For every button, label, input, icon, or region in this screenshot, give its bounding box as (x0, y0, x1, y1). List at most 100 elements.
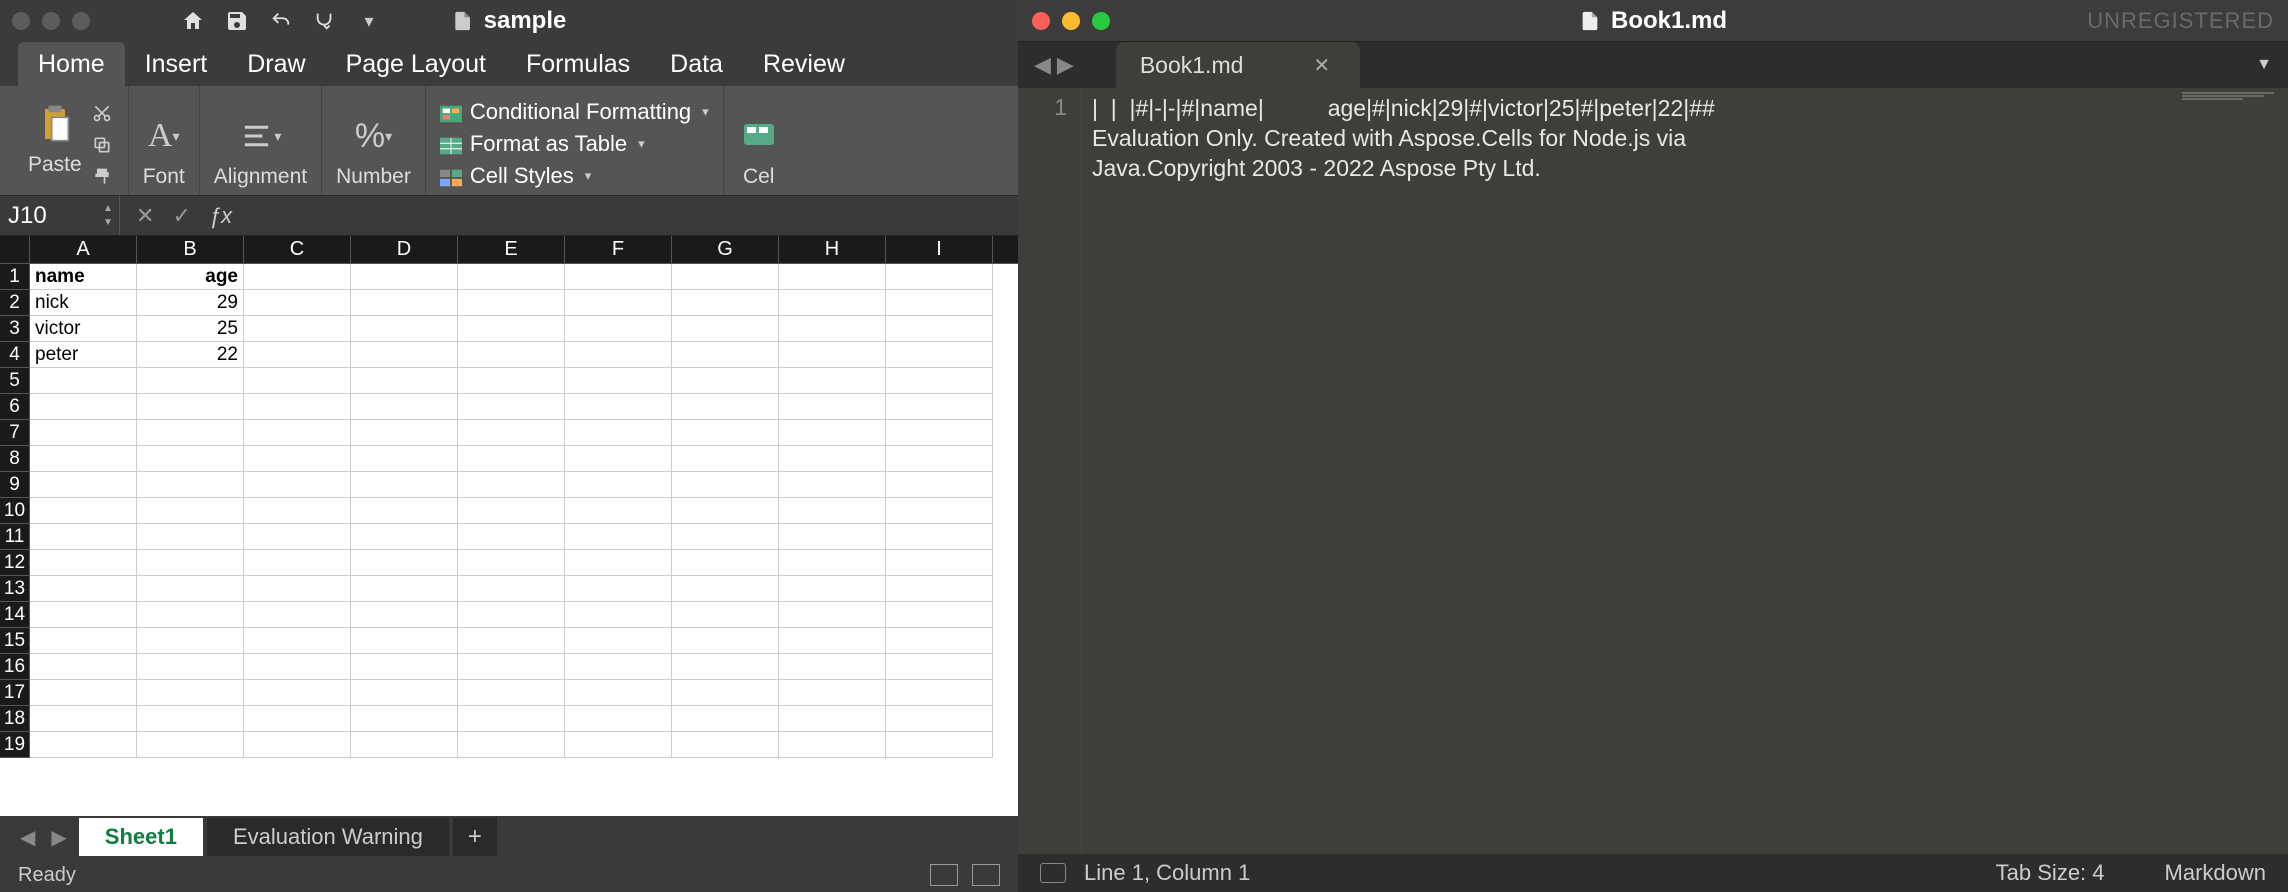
cell[interactable] (565, 316, 672, 342)
row-header[interactable]: 15 (0, 628, 30, 654)
row-header[interactable]: 3 (0, 316, 30, 342)
cell[interactable] (244, 628, 351, 654)
cell[interactable] (779, 654, 886, 680)
cell[interactable] (244, 420, 351, 446)
cell[interactable] (458, 706, 565, 732)
cell[interactable] (779, 394, 886, 420)
close-button[interactable] (1032, 12, 1050, 30)
cell[interactable] (351, 550, 458, 576)
cell[interactable] (779, 732, 886, 758)
nav-forward-icon[interactable]: ▶ (1057, 52, 1074, 78)
cell[interactable] (886, 732, 993, 758)
cell[interactable] (137, 368, 244, 394)
cell[interactable] (779, 264, 886, 290)
cell[interactable] (886, 498, 993, 524)
cell[interactable] (565, 264, 672, 290)
cell[interactable] (244, 368, 351, 394)
cell[interactable] (30, 706, 137, 732)
cell[interactable] (244, 680, 351, 706)
cell[interactable] (886, 602, 993, 628)
row-header[interactable]: 11 (0, 524, 30, 550)
cell[interactable] (351, 628, 458, 654)
cell[interactable] (672, 290, 779, 316)
minimize-button[interactable] (42, 12, 60, 30)
select-all-corner[interactable] (0, 236, 30, 263)
cell[interactable] (30, 628, 137, 654)
maximize-button[interactable] (1092, 12, 1110, 30)
cursor-position[interactable]: Line 1, Column 1 (1084, 860, 1250, 886)
column-header[interactable]: F (565, 236, 672, 263)
cell[interactable] (779, 342, 886, 368)
qat-customize-icon[interactable]: ▾ (356, 8, 382, 34)
cell[interactable] (886, 420, 993, 446)
column-header[interactable]: I (886, 236, 993, 263)
stepper-up-icon[interactable]: ▲ (97, 202, 119, 216)
file-tab-book1[interactable]: Book1.md ✕ (1116, 42, 1360, 88)
cell[interactable] (565, 654, 672, 680)
save-icon[interactable] (224, 8, 250, 34)
cell[interactable] (565, 550, 672, 576)
cell[interactable] (137, 420, 244, 446)
tab-insert[interactable]: Insert (125, 42, 228, 87)
cell[interactable] (565, 602, 672, 628)
panel-icon[interactable] (1040, 863, 1066, 883)
cell[interactable] (244, 316, 351, 342)
tab-page-layout[interactable]: Page Layout (326, 42, 506, 87)
cell[interactable] (672, 368, 779, 394)
cell[interactable] (351, 576, 458, 602)
cell[interactable] (458, 394, 565, 420)
cell[interactable] (779, 368, 886, 394)
cell[interactable] (458, 654, 565, 680)
column-header[interactable]: G (672, 236, 779, 263)
cell[interactable] (672, 680, 779, 706)
cell[interactable] (779, 602, 886, 628)
cell[interactable] (779, 628, 886, 654)
cells-icon[interactable] (738, 115, 780, 157)
nav-back-icon[interactable]: ◀ (1034, 52, 1051, 78)
cell[interactable] (886, 654, 993, 680)
row-header[interactable]: 6 (0, 394, 30, 420)
cell[interactable] (886, 628, 993, 654)
cell[interactable] (351, 394, 458, 420)
row-header[interactable]: 9 (0, 472, 30, 498)
cell[interactable] (351, 654, 458, 680)
cell[interactable] (30, 420, 137, 446)
cell[interactable]: age (137, 264, 244, 290)
cell[interactable] (886, 368, 993, 394)
cell[interactable] (672, 472, 779, 498)
cell[interactable] (137, 732, 244, 758)
cell[interactable] (137, 654, 244, 680)
cell[interactable] (244, 602, 351, 628)
cell[interactable] (30, 732, 137, 758)
cell[interactable] (458, 524, 565, 550)
sheet-tab-evaluation-warning[interactable]: Evaluation Warning (207, 818, 449, 856)
add-sheet-button[interactable]: + (453, 818, 497, 856)
cell[interactable] (779, 524, 886, 550)
cell[interactable] (779, 316, 886, 342)
cell[interactable] (886, 524, 993, 550)
undo-icon[interactable] (268, 8, 294, 34)
cell[interactable] (244, 706, 351, 732)
cut-icon[interactable] (92, 103, 114, 125)
cell[interactable] (565, 342, 672, 368)
cell[interactable] (30, 394, 137, 420)
cell[interactable] (565, 368, 672, 394)
row-header[interactable]: 13 (0, 576, 30, 602)
paste-icon[interactable] (34, 103, 76, 145)
cell[interactable]: 22 (137, 342, 244, 368)
cell[interactable] (886, 446, 993, 472)
cell[interactable] (672, 316, 779, 342)
cell[interactable] (351, 420, 458, 446)
cell[interactable] (30, 524, 137, 550)
cell[interactable] (458, 472, 565, 498)
cell[interactable] (886, 550, 993, 576)
cell[interactable] (672, 264, 779, 290)
fx-icon[interactable]: ƒx (209, 203, 232, 229)
row-header[interactable]: 14 (0, 602, 30, 628)
column-header[interactable]: C (244, 236, 351, 263)
cell[interactable] (351, 602, 458, 628)
cell[interactable] (458, 628, 565, 654)
cell[interactable] (779, 706, 886, 732)
cell[interactable] (351, 706, 458, 732)
cell[interactable] (244, 342, 351, 368)
